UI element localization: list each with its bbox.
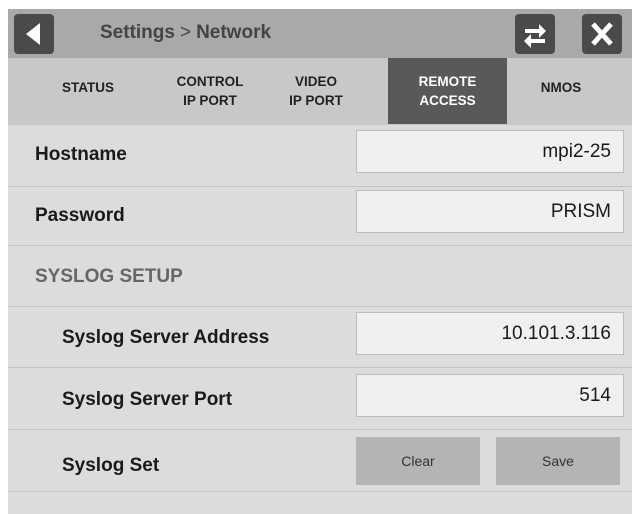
- tab-label: STATUS: [62, 80, 114, 95]
- breadcrumb-parent: Settings: [100, 22, 175, 43]
- title-bar: Settings > Network: [8, 9, 632, 58]
- password-field[interactable]: PRISM: [356, 190, 624, 233]
- password-row: Password PRISM: [8, 186, 632, 245]
- syslog-address-field[interactable]: 10.101.3.116: [356, 312, 624, 355]
- swap-button[interactable]: [515, 14, 555, 54]
- tab-remote-access[interactable]: REMOTE ACCESS: [388, 58, 507, 124]
- breadcrumb-separator: >: [179, 22, 192, 43]
- tab-nmos[interactable]: NMOS: [521, 58, 601, 98]
- tab-label: IP PORT: [289, 93, 343, 108]
- tab-video-ip-port[interactable]: VIDEO IP PORT: [271, 58, 361, 124]
- tab-label: IP PORT: [183, 93, 237, 108]
- password-label: Password: [35, 205, 125, 226]
- save-button[interactable]: Save: [496, 437, 620, 485]
- tab-label: ACCESS: [419, 93, 476, 108]
- clear-button[interactable]: Clear: [356, 437, 480, 485]
- close-x-icon: [591, 22, 613, 46]
- back-arrow-icon: [26, 23, 40, 45]
- tab-bar: STATUS CONTROL IP PORT VIDEO IP PORT REM…: [8, 58, 632, 124]
- tab-label: NMOS: [540, 80, 582, 95]
- tab-label: CONTROL: [176, 74, 244, 89]
- close-button[interactable]: [582, 14, 622, 54]
- hostname-field[interactable]: mpi2-25: [356, 130, 624, 173]
- syslog-section-heading: SYSLOG SETUP: [35, 266, 183, 287]
- syslog-address-row: Syslog Server Address 10.101.3.116: [8, 306, 632, 367]
- settings-window: Settings > Network STATUS CONTROL IP PORT …: [8, 9, 632, 514]
- hostname-label: Hostname: [35, 144, 127, 165]
- syslog-port-field[interactable]: 514: [356, 374, 624, 417]
- empty-row: [8, 491, 632, 514]
- back-button[interactable]: [14, 14, 54, 54]
- breadcrumb: Settings > Network: [100, 22, 271, 44]
- syslog-set-label: Syslog Set: [62, 455, 160, 476]
- tab-label: VIDEO: [294, 74, 337, 89]
- hostname-row: Hostname mpi2-25: [8, 124, 632, 186]
- syslog-set-row: Syslog Set Clear Save: [8, 429, 632, 491]
- tab-control-ip-port[interactable]: CONTROL IP PORT: [160, 58, 260, 124]
- syslog-port-row: Syslog Server Port 514: [8, 367, 632, 429]
- swap-arrows-icon: [524, 24, 546, 48]
- breadcrumb-current: Network: [196, 22, 272, 43]
- syslog-address-label: Syslog Server Address: [62, 327, 270, 348]
- syslog-section-row: SYSLOG SETUP: [8, 245, 632, 306]
- tab-label: REMOTE: [418, 74, 477, 89]
- tab-status[interactable]: STATUS: [48, 58, 128, 98]
- syslog-port-label: Syslog Server Port: [62, 389, 233, 410]
